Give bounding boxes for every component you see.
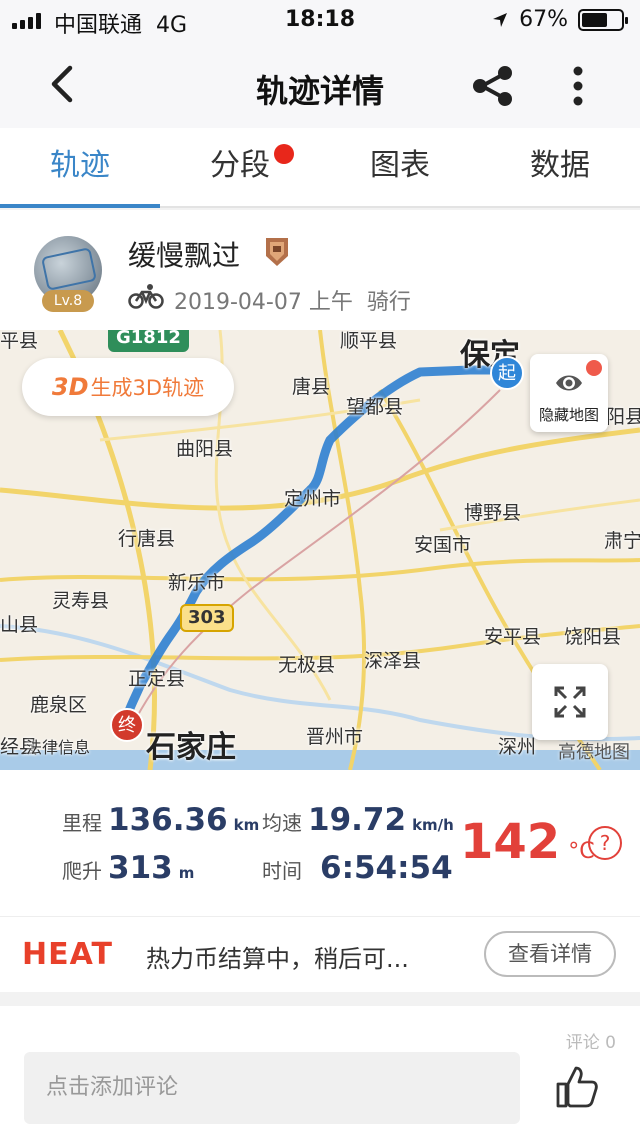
map-label-jinzhou: 晋州市 — [306, 726, 364, 748]
map-label-legal[interactable]: 法律信息 — [26, 734, 90, 758]
stat-climb-unit: m — [178, 864, 195, 882]
tab-segments[interactable]: 分段 — [160, 128, 320, 206]
map-label-shijiazhuang: 石家庄 — [146, 730, 236, 765]
notification-dot — [586, 360, 602, 376]
status-bar: 中国联通 4G 18:18 67% — [0, 0, 640, 42]
map-label-pingxian: 平县 — [0, 330, 39, 352]
user-info: Lv.8 缓慢飘过 2019-04-07 上午 骑行 — [0, 210, 640, 330]
level-badge: Lv.8 — [42, 290, 94, 312]
tab-segments-label: 分段 — [210, 148, 270, 183]
share-icon[interactable] — [468, 62, 516, 110]
hide-map-button[interactable]: 隐藏地图 — [530, 354, 608, 432]
stat-time-label: 时间 — [262, 859, 302, 883]
map-label-suning: 肃宁 — [604, 530, 640, 552]
stat-distance-label: 里程 — [62, 811, 102, 835]
map-label-xingtang: 行唐县 — [118, 528, 176, 550]
map-label-shunping: 顺平县 — [340, 330, 398, 352]
stat-distance: 里程 136.36 km — [62, 802, 259, 838]
stat-speed-value: 19.72 — [308, 802, 407, 838]
generate-3d-track-label: 生成3D轨迹 — [90, 376, 205, 400]
achievement-badge-icon — [266, 238, 288, 266]
tab-track[interactable]: 轨迹 — [0, 128, 160, 208]
map-label-shenzhou: 深州 — [498, 736, 537, 758]
highway-shield-303: 303 — [180, 604, 234, 632]
map-label-anguo: 安国市 — [414, 534, 472, 556]
tab-data[interactable]: 数据 — [480, 128, 640, 206]
user-name[interactable]: 缓慢飘过 — [128, 234, 240, 274]
map-label-shenze: 深泽县 — [364, 650, 422, 672]
map-label-shan: 山县 — [0, 614, 39, 636]
stat-distance-unit: km — [233, 816, 260, 834]
stat-distance-value: 136.36 — [108, 802, 228, 838]
comment-count: 评论 0 — [565, 1033, 616, 1053]
fullscreen-button[interactable] — [532, 664, 608, 740]
stat-climb: 爬升 313 m — [62, 850, 194, 886]
eye-icon — [556, 375, 582, 391]
route-map[interactable]: G1812 303 保定 石家庄 顺平县 平县 唐县 望都县 阳县 曲阳县 定州… — [0, 330, 640, 770]
map-label-anping: 安平县 — [484, 626, 542, 648]
map-label-luquan: 鹿泉区 — [30, 694, 88, 716]
temperature: 142 °C — [460, 814, 595, 870]
view-details-button[interactable]: 查看详情 — [484, 931, 616, 977]
location-arrow-icon — [493, 12, 508, 27]
map-label-xinle: 新乐市 — [168, 572, 226, 594]
heat-logo: HEAT — [22, 937, 113, 972]
stat-climb-value: 313 — [108, 850, 173, 886]
battery-percent: 67% — [519, 7, 568, 32]
help-icon[interactable]: ? — [588, 826, 622, 860]
activity-type: 骑行 — [366, 290, 411, 315]
nav-bar: 轨迹详情 — [0, 42, 640, 128]
map-label-raoyang: 饶阳县 — [564, 626, 622, 648]
generate-3d-track-button[interactable]: 3D 生成3D轨迹 — [22, 358, 234, 416]
stats-panel: 里程 136.36 km 均速 19.72 km/h 爬升 313 m 时间 6… — [0, 770, 640, 916]
more-vertical-icon[interactable] — [560, 62, 596, 110]
map-label-dingzhou: 定州市 — [284, 488, 342, 510]
map-label-tangxian: 唐县 — [292, 376, 331, 398]
route-start-marker: 起 — [490, 356, 524, 390]
activity-meta: 2019-04-07 上午 骑行 — [174, 284, 411, 316]
heat-banner: HEAT 热力币结算中，稍后可... 查看详情 — [0, 916, 640, 992]
route-end-marker: 终 — [110, 708, 144, 742]
expand-icon — [554, 686, 586, 718]
map-label-boye: 博野县 — [464, 502, 522, 524]
heat-status-text: 热力币结算中，稍后可... — [146, 945, 409, 973]
hide-map-label: 隐藏地图 — [538, 406, 599, 424]
stat-speed-unit: km/h — [412, 816, 454, 834]
map-label-wuji: 无极县 — [278, 654, 336, 676]
stat-time-value: 6:54:54 — [320, 850, 453, 886]
activity-date: 2019-04-07 上午 — [174, 290, 353, 315]
map-label-lingshou: 灵寿县 — [52, 590, 110, 612]
bicycle-icon — [128, 284, 164, 309]
stat-time: 时间 6:54:54 — [262, 850, 453, 886]
map-label-zhengding: 正定县 — [128, 668, 186, 690]
tab-bar: 轨迹 分段 图表 数据 — [0, 128, 640, 208]
notification-dot — [274, 144, 294, 164]
map-label-wangdu: 望都县 — [346, 396, 404, 418]
highway-shield-g1812: G1812 — [108, 330, 189, 352]
stat-climb-label: 爬升 — [62, 859, 102, 883]
map-label-quyang: 曲阳县 — [176, 438, 234, 460]
comment-section: 评论 0 点击添加评论 — [0, 1006, 640, 1136]
3d-icon: 3D — [51, 373, 89, 401]
comment-input[interactable]: 点击添加评论 — [24, 1052, 520, 1124]
map-label-yangxian: 阳县 — [606, 406, 640, 428]
map-provider-label: 高德地图 — [558, 742, 630, 763]
battery-icon — [578, 8, 628, 31]
thumbs-up-icon[interactable] — [554, 1064, 600, 1110]
stat-speed: 均速 19.72 km/h — [262, 802, 454, 838]
temperature-value: 142 — [460, 814, 561, 870]
stat-speed-label: 均速 — [262, 811, 302, 835]
page-title: 轨迹详情 — [255, 72, 384, 110]
tab-charts[interactable]: 图表 — [320, 128, 480, 206]
